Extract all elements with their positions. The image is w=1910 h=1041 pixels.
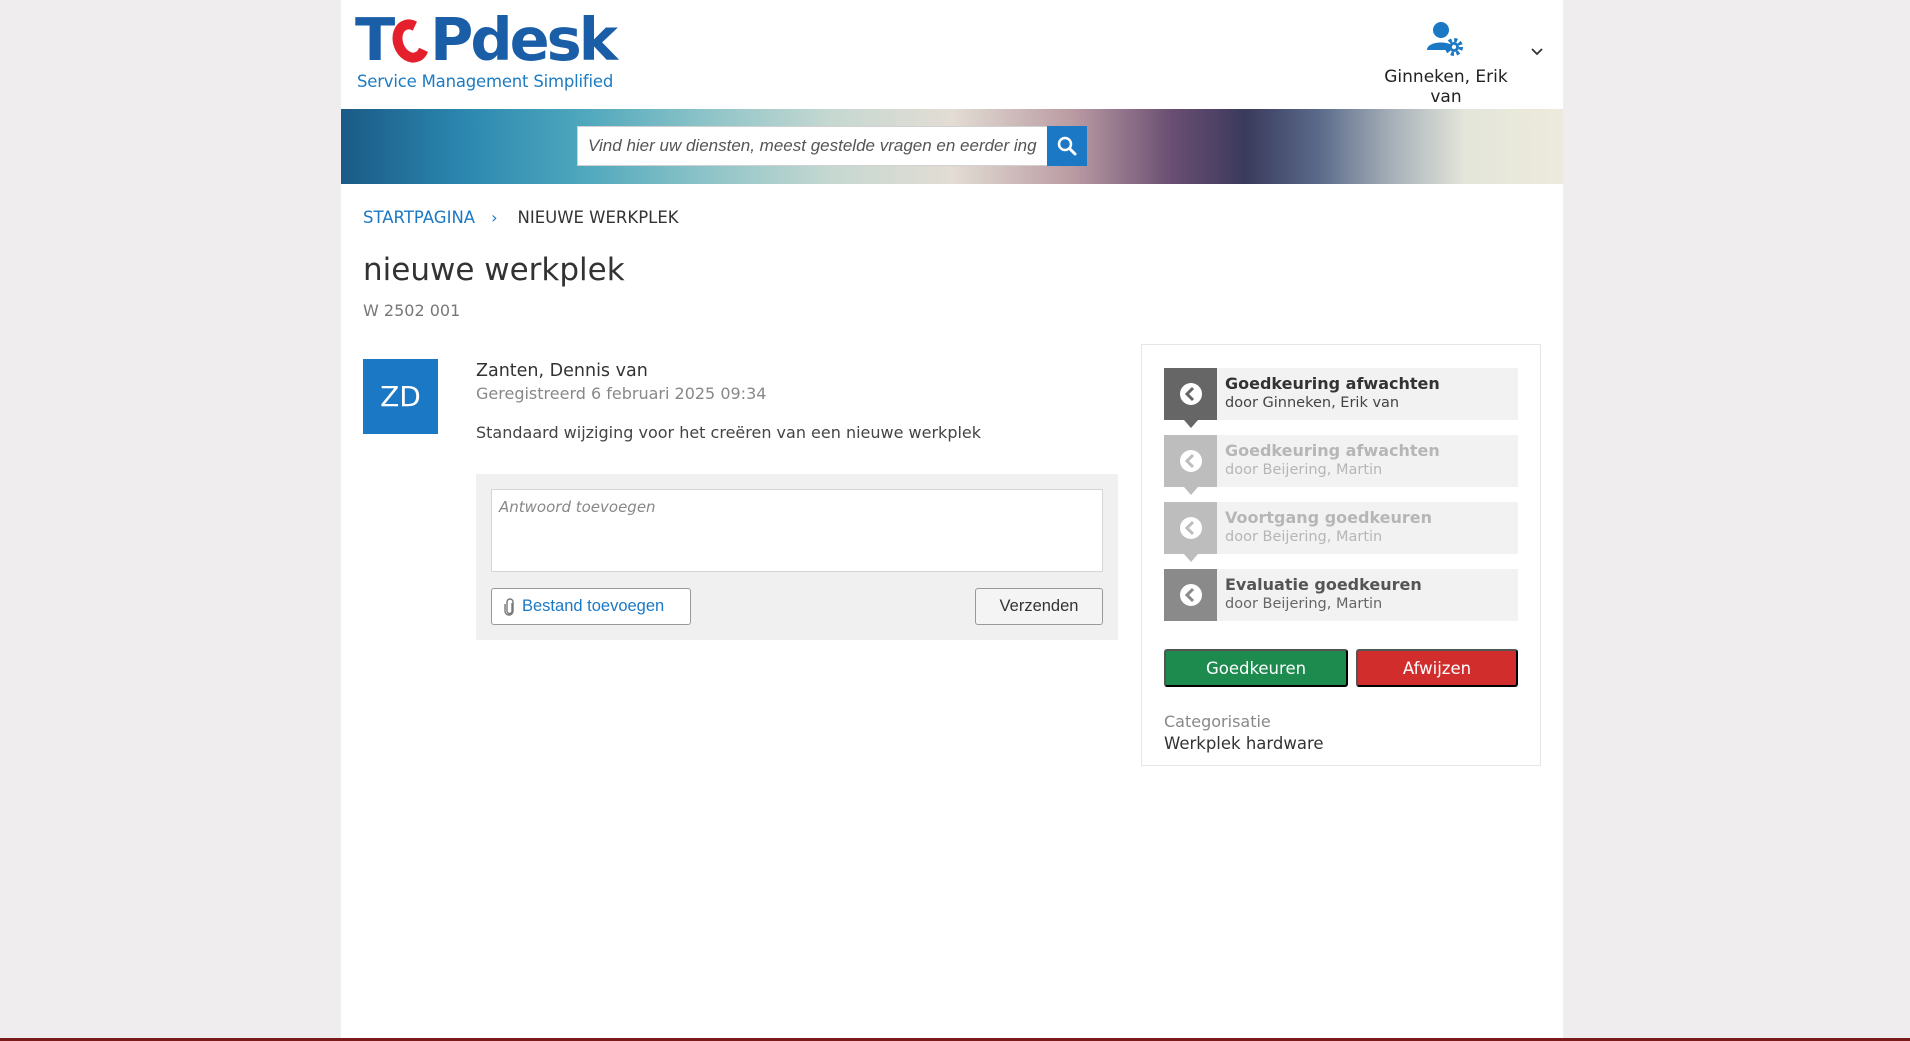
breadcrumb: STARTPAGINA › NIEUWE WERKPLEK [363, 208, 679, 227]
logo-o-icon [386, 14, 436, 68]
reject-button[interactable]: Afwijzen [1356, 649, 1518, 687]
step-approver: door Ginneken, Erik van [1225, 395, 1400, 411]
requester-name: Zanten, Dennis van [476, 361, 648, 381]
clock-back-icon [1179, 517, 1202, 539]
step-approver: door Beijering, Martin [1225, 529, 1383, 545]
logo-wordmark: T Pdesk [355, 5, 618, 74]
registered-date: Geregistreerd 6 februari 2025 09:34 [476, 384, 767, 403]
step-icon-box [1164, 435, 1217, 495]
search-banner [341, 109, 1563, 184]
header: T Pdesk Service Management Simplified Gin… [341, 0, 1563, 109]
search-bar [577, 126, 1087, 166]
step-title: Goedkeuring afwachten [1225, 441, 1440, 460]
avatar: ZD [363, 359, 438, 434]
breadcrumb-separator: › [491, 208, 498, 227]
step-text: Goedkeuring afwachten door Ginneken, Eri… [1217, 368, 1440, 420]
request-reference: W 2502 001 [363, 301, 461, 320]
request-description: Standaard wijziging voor het creëren van… [476, 423, 982, 442]
user-gear-icon [1427, 22, 1463, 56]
step-title: Goedkeuring afwachten [1225, 374, 1440, 393]
page-container: T Pdesk Service Management Simplified Gin… [341, 0, 1563, 1038]
approval-step: Evaluatie goedkeuren door Beijering, Mar… [1164, 569, 1518, 621]
topdesk-logo[interactable]: T Pdesk Service Management Simplified [355, 5, 618, 92]
category-label: Categorisatie [1164, 712, 1271, 731]
user-menu[interactable]: Ginneken, Erik van [1371, 20, 1521, 107]
clock-back-icon [1179, 450, 1202, 472]
approval-panel: Goedkeuring afwachten door Ginneken, Eri… [1141, 344, 1541, 766]
step-title: Voortgang goedkeuren [1225, 508, 1433, 527]
reply-input[interactable] [491, 489, 1103, 572]
breadcrumb-current: NIEUWE WERKPLEK [517, 208, 679, 227]
step-icon-box [1164, 569, 1217, 621]
step-icon-box [1164, 502, 1217, 562]
step-approver: door Beijering, Martin [1225, 596, 1383, 612]
approve-button[interactable]: Goedkeuren [1164, 649, 1348, 687]
logo-tagline: Service Management Simplified [357, 72, 614, 91]
step-icon-box [1164, 368, 1217, 428]
paperclip-icon [504, 597, 514, 616]
page-title: nieuwe werkplek [363, 252, 625, 288]
reply-box: Bestand toevoegen Verzenden [476, 474, 1118, 640]
search-input[interactable] [577, 126, 1047, 166]
logo-text-right: Pdesk [430, 5, 618, 74]
step-approver: door Beijering, Martin [1225, 462, 1383, 478]
approval-step: Voortgang goedkeuren door Beijering, Mar… [1164, 502, 1518, 562]
clock-back-icon [1179, 383, 1202, 405]
step-text: Evaluatie goedkeuren door Beijering, Mar… [1217, 569, 1422, 621]
step-title: Evaluatie goedkeuren [1225, 575, 1422, 594]
search-icon [1057, 136, 1077, 156]
clock-back-icon [1179, 584, 1202, 606]
send-button[interactable]: Verzenden [975, 588, 1103, 625]
logo-text-left: T [355, 5, 395, 74]
search-button[interactable] [1047, 126, 1087, 166]
step-text: Goedkeuring afwachten door Beijering, Ma… [1217, 435, 1440, 487]
attach-file-label: Bestand toevoegen [522, 597, 665, 615]
approval-step: Goedkeuring afwachten door Beijering, Ma… [1164, 435, 1518, 495]
approval-step: Goedkeuring afwachten door Ginneken, Eri… [1164, 368, 1518, 428]
category-value: Werkplek hardware [1164, 734, 1324, 753]
attach-file-button[interactable]: Bestand toevoegen [491, 588, 691, 625]
breadcrumb-home[interactable]: STARTPAGINA [363, 208, 475, 227]
chevron-down-icon[interactable] [1529, 44, 1545, 60]
user-name: Ginneken, Erik van [1384, 67, 1508, 107]
step-text: Voortgang goedkeuren door Beijering, Mar… [1217, 502, 1432, 554]
